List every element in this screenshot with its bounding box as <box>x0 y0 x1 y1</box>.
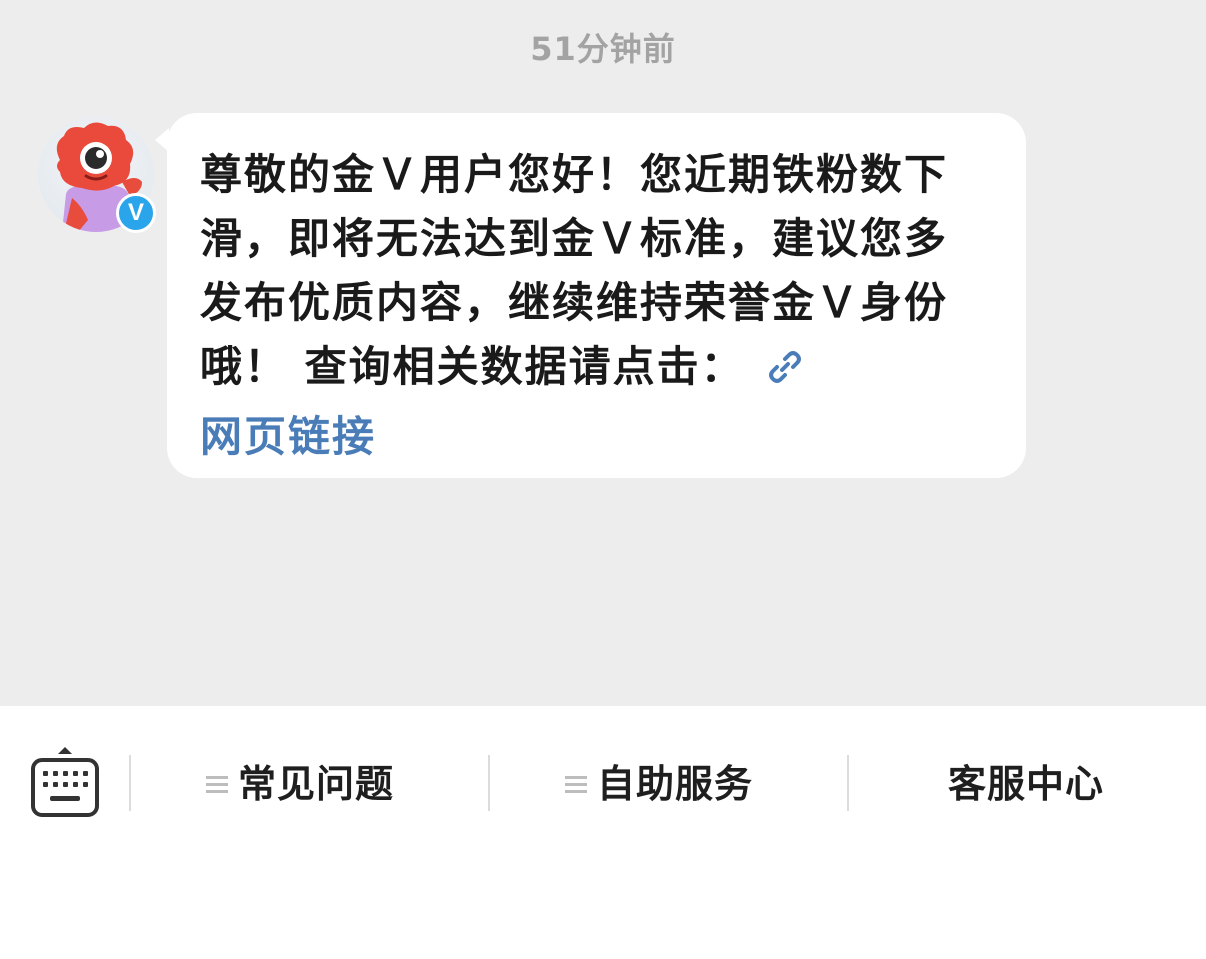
menu-icon <box>565 776 587 794</box>
verified-v-badge-icon: V <box>116 193 156 233</box>
faq-label: 常见问题 <box>238 762 395 806</box>
message-body: 尊敬的金Ｖ用户您好！您近期铁粉数下滑，即将无法达到金Ｖ标准，建议您多发布优质内容… <box>200 150 949 391</box>
message-text: 尊敬的金Ｖ用户您好！您近期铁粉数下滑，即将无法达到金Ｖ标准，建议您多发布优质内容… <box>200 143 986 469</box>
toolbar-divider <box>129 755 131 811</box>
customer-service-label: 客服中心 <box>948 762 1105 806</box>
keyboard-icon <box>31 747 99 817</box>
toolbar-divider <box>847 755 849 811</box>
menu-icon <box>206 776 228 794</box>
message-bubble: 尊敬的金Ｖ用户您好！您近期铁粉数下滑，即将无法达到金Ｖ标准，建议您多发布优质内容… <box>167 113 1026 478</box>
customer-service-button[interactable]: 客服中心 <box>948 758 1104 810</box>
message-timestamp: 51分钟前 <box>530 30 676 68</box>
self-service-button[interactable]: 自助服务 <box>565 758 753 810</box>
faq-button[interactable]: 常见问题 <box>206 758 394 810</box>
watermark-logo <box>940 921 1190 941</box>
link-icon[interactable] <box>765 341 805 405</box>
keyboard-toggle-button[interactable] <box>30 745 100 819</box>
web-link[interactable]: 网页链接 <box>200 412 376 461</box>
self-service-label: 自助服务 <box>597 762 754 806</box>
toolbar-divider <box>488 755 490 811</box>
